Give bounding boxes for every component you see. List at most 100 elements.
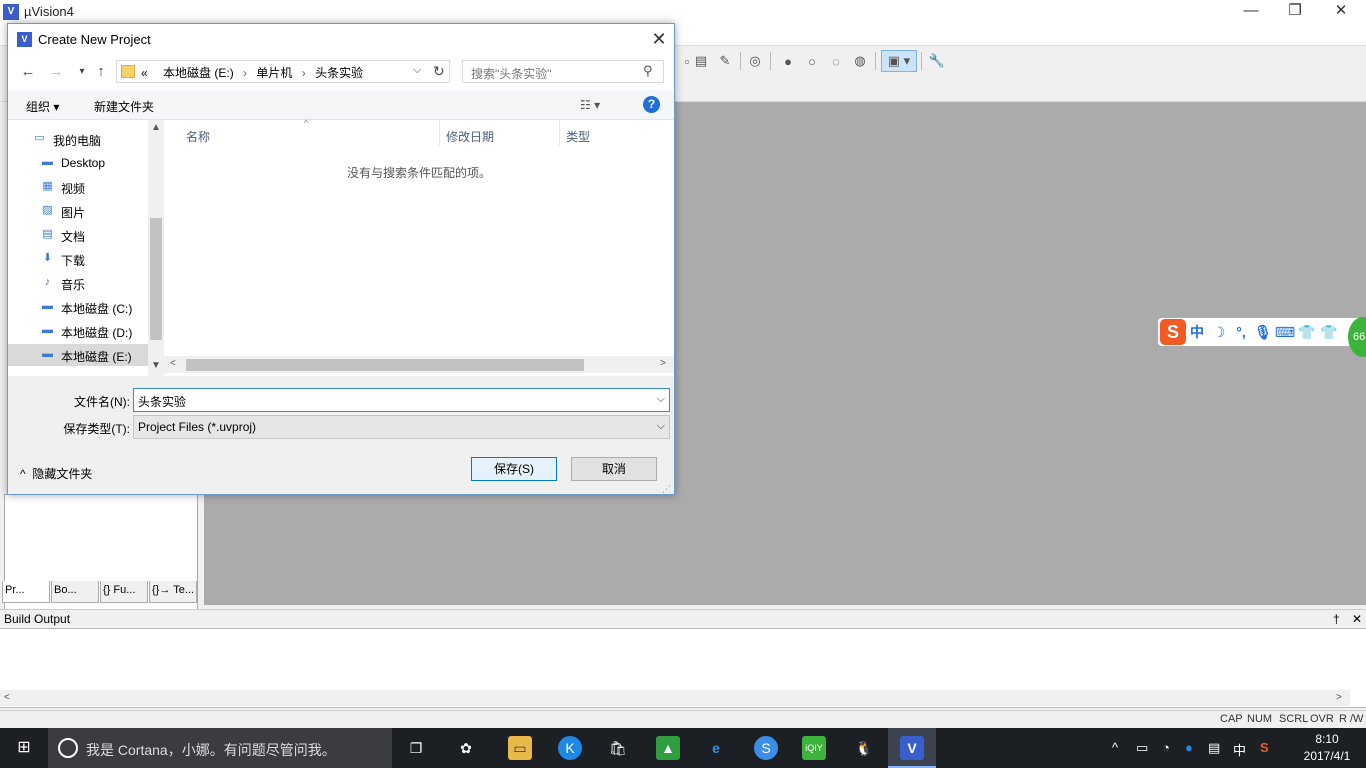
nav-item[interactable]: ▬ 本地磁盘 (E:) [8, 344, 148, 366]
toolbar-tools-icon[interactable]: ✎ [714, 50, 736, 72]
toolbar-breakpoint-toggle-icon[interactable]: ◌ [825, 50, 847, 72]
save-button[interactable]: 保存(S) [471, 457, 557, 481]
toolbar-breakpoint-off-icon[interactable]: ○ [801, 50, 823, 72]
tab-books[interactable]: Bo... [51, 581, 99, 603]
cancel-button[interactable]: 取消 [571, 457, 657, 481]
task-view-icon[interactable]: ❐ [404, 736, 428, 760]
back-icon[interactable]: ← [18, 62, 38, 82]
breadcrumb-folder-mcu[interactable]: 单片机 [256, 66, 292, 80]
address-bar[interactable]: « 本地磁盘 (E:) › 单片机 › 头条实验 ⌵ ↻ [116, 60, 450, 83]
sogou-logo-icon[interactable]: S [1160, 319, 1186, 345]
organize-menu[interactable]: 组织 ▾ [26, 98, 59, 115]
nav-item[interactable]: ▭ 我的电脑 [8, 128, 148, 150]
nav-item[interactable]: ▤ 文档 [8, 224, 148, 246]
kugou-tray-icon[interactable]: ● [1185, 740, 1193, 755]
filetype-select[interactable]: Project Files (*.uvproj) ⌵ [133, 415, 670, 439]
scroll-left-icon[interactable]: < [4, 692, 10, 703]
pinwheel-app-icon[interactable]: ✿ [454, 736, 478, 760]
view-options-icon[interactable]: ☷ ▾ [580, 98, 600, 112]
tab-templates[interactable]: {}→ Te... [149, 581, 197, 603]
toolbar-window-icon[interactable]: ▣ ▾ [881, 50, 917, 72]
iqiyi-icon[interactable]: iQIY [802, 736, 826, 760]
scroll-up-icon[interactable]: ▲ [151, 122, 161, 133]
scroll-down-icon[interactable]: ▼ [151, 360, 161, 371]
breadcrumb-overflow[interactable]: « [141, 66, 148, 80]
nav-item[interactable]: ▬ 本地磁盘 (D:) [8, 320, 148, 342]
windows-start-icon[interactable]: ⊞ [0, 728, 48, 768]
breadcrumb-folder-current[interactable]: 头条实验 [315, 66, 363, 80]
sogou-browser-icon[interactable]: S [754, 736, 778, 760]
moon-icon[interactable]: ☽ [1208, 324, 1230, 341]
nav-item[interactable]: ♪ 音乐 [8, 272, 148, 294]
ime-chinese-mode[interactable]: 中 [1186, 322, 1208, 342]
scrollbar-thumb[interactable] [186, 359, 584, 371]
file-list-scrollbar[interactable]: < > [164, 356, 674, 373]
toolbar-print-icon[interactable]: ▤ [690, 50, 712, 72]
toolbar-settings-icon[interactable]: 🔧 [926, 50, 948, 72]
nav-item[interactable]: ▬ 本地磁盘 (C:) [8, 296, 148, 318]
chevron-down-icon[interactable]: ⌵ [657, 393, 665, 406]
battery-icon[interactable]: ▭ [1136, 740, 1148, 756]
nav-pane-scrollbar[interactable]: ▲ ▼ [148, 120, 164, 376]
toolbar-find-icon[interactable]: ◎ [744, 50, 766, 72]
nav-item[interactable]: ▬ Desktop [8, 152, 148, 174]
microphone-icon[interactable]: 🎙 [1252, 324, 1274, 341]
nav-item[interactable]: ⬇ 下载 [8, 248, 148, 270]
toolbox-icon[interactable]: 👕 [1296, 324, 1318, 341]
help-icon[interactable]: ? [643, 96, 660, 113]
new-folder-button[interactable]: 新建文件夹 [94, 98, 154, 115]
punctuation-icon[interactable]: °, [1230, 324, 1252, 340]
column-modified[interactable]: 修改日期 [440, 120, 560, 146]
nav-item[interactable]: ▦ 视频 [8, 176, 148, 198]
address-dropdown-icon[interactable]: ⌵ [413, 64, 421, 77]
hide-folders-toggle[interactable]: ^ 隐藏文件夹 [20, 465, 92, 482]
up-icon[interactable]: ↑ [91, 62, 111, 82]
column-name[interactable]: 名称 [180, 120, 440, 146]
skin-icon[interactable]: 👕 [1318, 324, 1340, 341]
notification-icon[interactable]: ▤ [1208, 740, 1220, 756]
scrollbar-thumb[interactable] [150, 218, 162, 340]
green-app-icon[interactable]: ▲ [656, 736, 680, 760]
recent-dropdown-icon[interactable]: ▾ [72, 62, 92, 82]
tab-functions[interactable]: {} Fu... [100, 581, 148, 603]
chevron-down-icon[interactable]: ⌵ [657, 420, 665, 433]
search-icon[interactable]: ⚲ [643, 63, 653, 79]
ime-toolbar[interactable]: S 中 ☽ °, 🎙 ⌨ 👕 👕 [1158, 318, 1366, 346]
refresh-icon[interactable]: ↻ [433, 63, 445, 80]
resize-grip-icon[interactable]: ⋰ [662, 484, 671, 495]
tray-chevron-up-icon[interactable]: ^ [1112, 740, 1118, 755]
close-button[interactable]: ✕ [1318, 0, 1364, 24]
kugou-icon[interactable]: K [558, 736, 582, 760]
status-rw: R /W [1339, 713, 1364, 725]
store-icon[interactable]: 🛍 [606, 736, 630, 760]
build-output-scrollbar[interactable]: < > [0, 690, 1350, 706]
cortana-search[interactable]: 我是 Cortana，小娜。有问题尽管问我。 [48, 728, 392, 768]
sogou-tray-icon[interactable]: S [1260, 740, 1269, 755]
scroll-right-icon[interactable]: > [660, 358, 666, 369]
file-explorer-icon[interactable]: ▭ [508, 736, 532, 760]
scroll-left-icon[interactable]: < [170, 358, 176, 369]
clock[interactable]: 8:10 2017/4/1 [1294, 731, 1360, 765]
toolbar-breakpoint-icon[interactable]: ● [777, 50, 799, 72]
wifi-icon[interactable]: ◔ [1162, 740, 1170, 755]
pin-icon[interactable]: † [1333, 612, 1340, 626]
file-list[interactable]: 名称 ^ 修改日期 类型 没有与搜索条件匹配的项。 < > [164, 118, 674, 376]
minimize-button[interactable]: — [1228, 0, 1274, 24]
forward-icon[interactable]: → [46, 62, 66, 82]
column-type[interactable]: 类型 [560, 120, 674, 146]
scroll-right-icon[interactable]: > [1336, 692, 1342, 703]
breadcrumb-drive-e[interactable]: 本地磁盘 (E:) [163, 66, 234, 80]
qq-icon[interactable]: 🐧 [852, 736, 876, 760]
keyboard-icon[interactable]: ⌨ [1274, 324, 1296, 341]
edge-icon[interactable]: e [704, 736, 728, 760]
filename-field[interactable]: 头条实验 ⌵ [133, 388, 670, 412]
build-close-icon[interactable]: ✕ [1352, 612, 1362, 626]
uvision-taskbar-icon[interactable]: V [900, 736, 924, 760]
nav-item[interactable]: ▨ 图片 [8, 200, 148, 222]
dialog-close-button[interactable]: ✕ [644, 26, 674, 52]
tab-project[interactable]: Pr... [2, 581, 50, 603]
toolbar-breakpoint-clear-icon[interactable]: ◍ [849, 50, 871, 72]
search-input[interactable]: 搜索"头条实验" ⚲ [462, 60, 664, 83]
language-indicator[interactable]: 中 [1233, 740, 1246, 759]
restore-button[interactable]: ❐ [1272, 0, 1318, 24]
